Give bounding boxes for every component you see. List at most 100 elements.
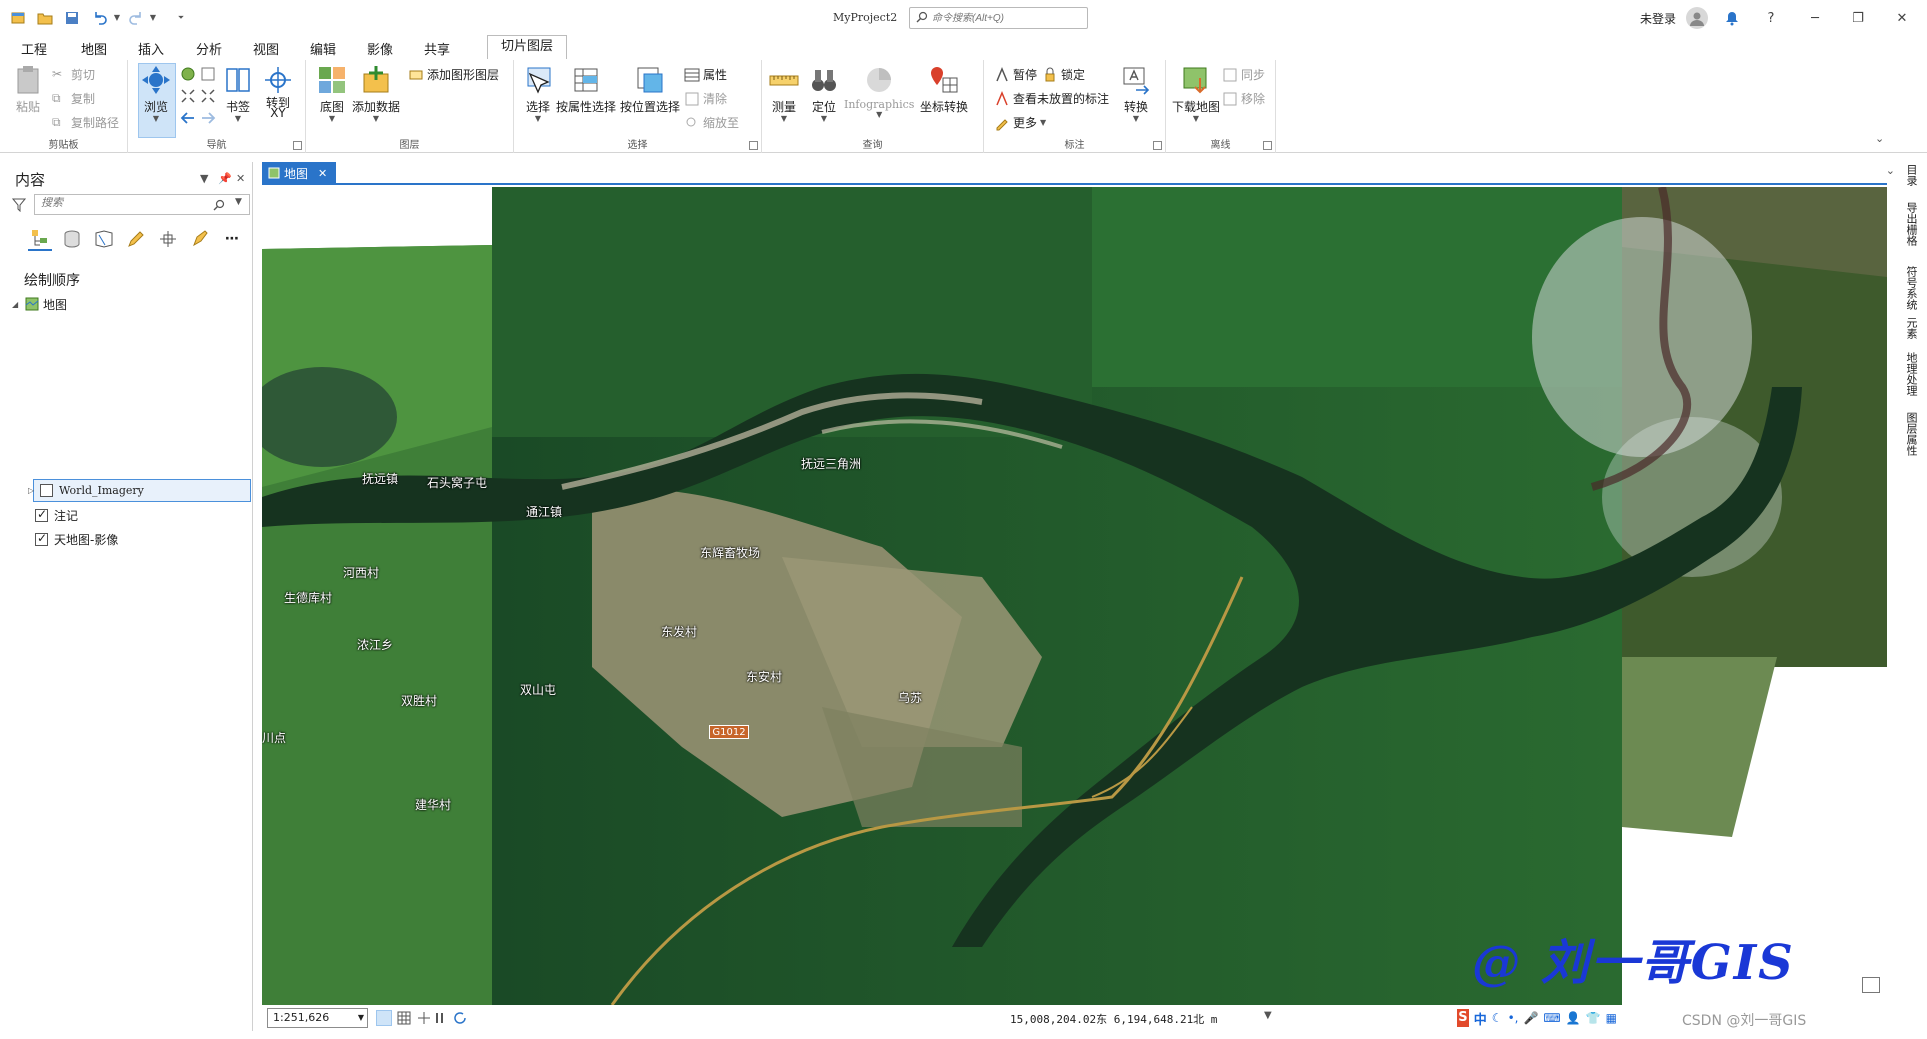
open-project-icon[interactable] bbox=[36, 9, 54, 27]
tab-tile-layer[interactable]: 切片图层 bbox=[487, 35, 567, 59]
pin-icon[interactable]: 📌 bbox=[218, 172, 232, 185]
attributes-button[interactable]: 属性 bbox=[684, 66, 727, 83]
selection-launcher-icon[interactable] bbox=[749, 141, 758, 150]
close-icon[interactable]: ✕ bbox=[1892, 8, 1912, 28]
avatar[interactable] bbox=[1686, 7, 1708, 29]
sync-button[interactable]: 同步 bbox=[1222, 66, 1265, 83]
fixed-scale-icon[interactable] bbox=[376, 1010, 392, 1026]
fixed-zoom-out-icon[interactable] bbox=[200, 88, 216, 104]
select-by-location-button[interactable]: 按位置选择 bbox=[620, 64, 680, 115]
dock-layer-properties[interactable]: 图层属性 bbox=[1903, 412, 1919, 456]
list-by-selection-icon[interactable] bbox=[92, 227, 116, 251]
pane-options-icon[interactable]: ▼ bbox=[200, 172, 208, 185]
add-graphics-layer-button[interactable]: 添加图形图层 bbox=[408, 66, 499, 83]
list-by-editing-icon[interactable] bbox=[124, 227, 148, 251]
tab-edit[interactable]: 编辑 bbox=[310, 39, 336, 58]
scale-dropdown-icon[interactable]: ▼ bbox=[358, 1009, 364, 1027]
grid-icon[interactable] bbox=[396, 1010, 412, 1026]
tab-imagery[interactable]: 影像 bbox=[367, 39, 393, 58]
download-map-button[interactable]: 下载地图 ▼ bbox=[1172, 64, 1220, 123]
add-data-button[interactable]: 添加数据 ▼ bbox=[352, 64, 400, 123]
previous-extent-icon[interactable] bbox=[180, 110, 196, 126]
command-search-input[interactable] bbox=[932, 10, 1082, 26]
dock-element[interactable]: 元素 bbox=[1903, 317, 1919, 339]
tab-view[interactable]: 视图 bbox=[253, 39, 279, 58]
select-button[interactable]: 选择 ▼ bbox=[522, 64, 554, 123]
command-search[interactable] bbox=[909, 7, 1088, 29]
explore-dropdown-icon[interactable]: ▼ bbox=[153, 114, 159, 123]
tab-map[interactable]: 地图 bbox=[81, 39, 108, 62]
labeling-launcher-icon[interactable] bbox=[1153, 141, 1162, 150]
search-dropdown-icon[interactable]: ▼ bbox=[235, 197, 242, 207]
clear-selection-button[interactable]: 清除 bbox=[684, 90, 727, 107]
cut-button[interactable]: ✂ 剪切 bbox=[52, 66, 95, 83]
keyboard-icon[interactable]: ⌨ bbox=[1543, 1011, 1560, 1025]
scale-selector[interactable]: 1:251,626 ▼ bbox=[267, 1008, 368, 1028]
save-project-icon[interactable] bbox=[63, 9, 81, 27]
layer-row-world-imagery[interactable]: ▷ World_Imagery bbox=[28, 479, 251, 502]
list-by-source-icon[interactable] bbox=[60, 227, 84, 251]
full-extent-icon[interactable] bbox=[180, 66, 196, 82]
copy-path-button[interactable]: ⧉ 复制路径 bbox=[52, 114, 119, 131]
layer-row-tianditu[interactable]: 天地图-影像 bbox=[35, 529, 118, 549]
tab-analysis[interactable]: 分析 bbox=[196, 39, 222, 58]
coordinate-format-dropdown-icon[interactable]: ▼ bbox=[1264, 1010, 1272, 1021]
coordinate-conversion-button[interactable]: 坐标转换 bbox=[920, 64, 968, 115]
minimize-icon[interactable]: ─ bbox=[1805, 8, 1825, 28]
login-status[interactable]: 未登录 bbox=[1640, 10, 1676, 27]
dock-symbology[interactable]: 符号系统 bbox=[1903, 266, 1919, 310]
refresh-icon[interactable] bbox=[452, 1010, 468, 1026]
measure-button[interactable]: 测量 ▼ bbox=[768, 64, 800, 123]
collapse-icon[interactable]: ◢ bbox=[12, 300, 22, 309]
offline-launcher-icon[interactable] bbox=[1263, 141, 1272, 150]
shirt-icon[interactable]: 👕 bbox=[1586, 1011, 1601, 1025]
snapping-icon[interactable] bbox=[416, 1010, 432, 1026]
expand-icon[interactable]: ▷ bbox=[28, 486, 38, 495]
dock-catalog[interactable]: 目录 bbox=[1903, 164, 1919, 186]
paste-button[interactable]: 粘贴 bbox=[12, 64, 44, 115]
close-tab-icon[interactable]: ✕ bbox=[318, 167, 327, 180]
ribbon-collapse-icon[interactable]: ⌄ bbox=[1875, 132, 1884, 145]
layer-row-annotation[interactable]: 注记 bbox=[35, 505, 78, 525]
undo-dropdown-icon[interactable]: ▼ bbox=[108, 9, 126, 27]
redo-dropdown-icon[interactable]: ▼ bbox=[144, 9, 162, 27]
more-options-icon[interactable]: ⋯ bbox=[220, 227, 244, 251]
ime-mode[interactable]: 中 bbox=[1474, 1009, 1487, 1028]
locate-button[interactable]: 定位 ▼ bbox=[808, 64, 840, 123]
undo-icon[interactable] bbox=[91, 9, 109, 27]
new-project-icon[interactable] bbox=[9, 9, 27, 27]
punctuation-icon[interactable]: •, bbox=[1508, 1011, 1519, 1025]
add-data-dropdown-icon[interactable]: ▼ bbox=[373, 114, 379, 123]
basemap-button[interactable]: 底图 ▼ bbox=[316, 64, 348, 123]
more-labeling-button[interactable]: 更多 ▼ bbox=[994, 114, 1046, 131]
locate-dropdown-icon[interactable]: ▼ bbox=[821, 114, 827, 123]
dock-export-raster[interactable]: 导出栅格 bbox=[1903, 202, 1919, 246]
tab-list-icon[interactable]: ⌄ bbox=[1886, 164, 1895, 177]
select-by-attributes-button[interactable]: 按属性选择 bbox=[556, 64, 616, 115]
pause-labels-button[interactable]: 暂停 bbox=[994, 66, 1037, 83]
bookmarks-button[interactable]: 书签 ▼ bbox=[222, 64, 254, 123]
map-view-tab[interactable]: 地图 ✕ bbox=[262, 162, 336, 184]
navigate-launcher-icon[interactable] bbox=[293, 141, 302, 150]
map-canvas[interactable]: 抚远镇 石头窝子屯 通江镇 抚远三角洲 东辉畜牧场 河西村 生德库村 浓江乡 东… bbox=[262, 187, 1887, 1005]
filter-icon[interactable] bbox=[11, 198, 27, 215]
map-node[interactable]: ◢ 地图 bbox=[12, 294, 67, 314]
zoom-to-selection-button[interactable]: 缩放至 bbox=[684, 114, 739, 131]
customize-toolbar-icon[interactable]: ⏷ bbox=[172, 9, 190, 27]
layer-visibility-checkbox[interactable] bbox=[35, 507, 48, 522]
help-button[interactable]: ? bbox=[1761, 8, 1781, 28]
lock-labels-button[interactable]: 锁定 bbox=[1042, 66, 1085, 83]
measure-dropdown-icon[interactable]: ▼ bbox=[781, 114, 787, 123]
explore-button[interactable]: 浏览 ▼ bbox=[140, 64, 172, 123]
bookmarks-dropdown-icon[interactable]: ▼ bbox=[235, 114, 241, 123]
map-overview-icon[interactable] bbox=[1862, 977, 1880, 993]
dock-geoprocessing[interactable]: 地理处理 bbox=[1903, 352, 1919, 396]
goto-xy-button[interactable]: 转到 XY bbox=[262, 64, 294, 119]
fixed-zoom-in-icon[interactable] bbox=[180, 88, 196, 104]
notification-icon[interactable] bbox=[1722, 8, 1742, 28]
convert-labels-button[interactable]: 转换 ▼ bbox=[1120, 64, 1152, 123]
tab-project[interactable]: 工程 bbox=[21, 39, 47, 58]
close-pane-icon[interactable]: ✕ bbox=[236, 172, 245, 185]
next-extent-icon[interactable] bbox=[200, 110, 216, 126]
infographics-button[interactable]: Infographics ▼ bbox=[844, 64, 914, 119]
